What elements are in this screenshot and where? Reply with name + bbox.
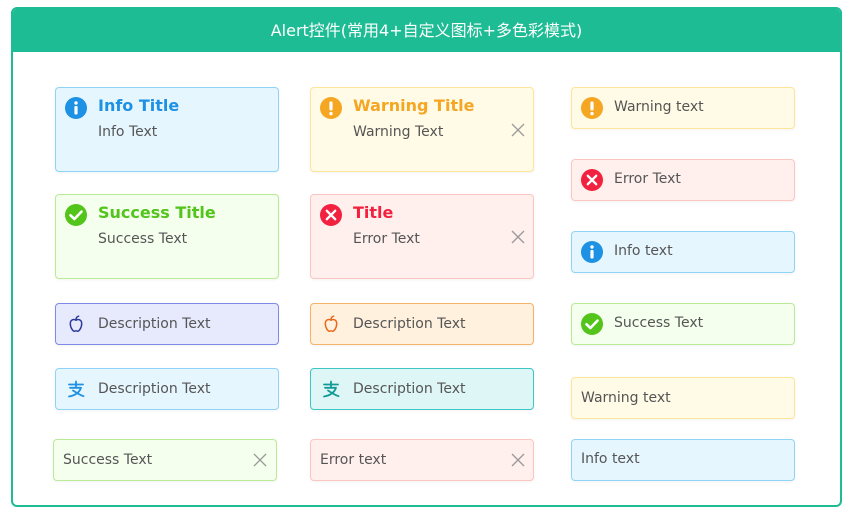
alert-text: Success Text bbox=[98, 231, 188, 247]
alert-text: Error Text bbox=[614, 171, 681, 187]
apple-icon bbox=[320, 313, 342, 335]
alert-apple-purple: Description Text bbox=[55, 303, 279, 345]
alert-text: Info text bbox=[614, 243, 673, 259]
close-circle-icon bbox=[581, 169, 603, 191]
close-icon[interactable] bbox=[511, 230, 525, 244]
exclamation-icon bbox=[581, 97, 603, 119]
alert-apple-orange: Description Text bbox=[310, 303, 534, 345]
check-circle-icon bbox=[65, 204, 87, 226]
check-circle-icon bbox=[581, 313, 603, 335]
alert-info-icon: Info text bbox=[571, 231, 795, 273]
alert-title: Title bbox=[353, 203, 394, 222]
close-circle-icon bbox=[320, 204, 342, 226]
alert-warning-title: Warning Title Warning Text bbox=[310, 87, 534, 172]
alert-text: Description Text bbox=[98, 381, 211, 397]
exclamation-icon bbox=[320, 97, 342, 119]
alert-warning-icon: Warning text bbox=[571, 87, 795, 129]
alert-title: Success Title bbox=[98, 203, 216, 222]
alert-error-title: Title Error Text bbox=[310, 194, 534, 279]
alert-text: Warning text bbox=[614, 99, 704, 115]
alert-title: Warning Title bbox=[353, 96, 475, 115]
alert-title: Info Title bbox=[98, 96, 180, 115]
alert-text: Info text bbox=[581, 451, 640, 467]
close-icon[interactable] bbox=[253, 453, 267, 467]
apple-icon bbox=[65, 313, 87, 335]
alert-text: Info Text bbox=[98, 124, 158, 140]
info-icon bbox=[581, 241, 603, 263]
alipay-icon bbox=[65, 378, 87, 400]
info-icon bbox=[65, 97, 87, 119]
alert-error-icon: Error Text bbox=[571, 159, 795, 201]
alipay-icon bbox=[320, 378, 342, 400]
alert-alipay-teal: Description Text bbox=[310, 368, 534, 410]
alert-error-plain: Error text bbox=[310, 439, 534, 481]
alert-text: Success Text bbox=[63, 452, 153, 468]
alert-info-plain: Info text bbox=[571, 439, 795, 481]
alert-text: Description Text bbox=[353, 381, 466, 397]
alert-success-title: Success Title Success Text bbox=[55, 194, 279, 279]
alert-success-plain: Success Text bbox=[53, 439, 277, 481]
alert-success-icon: Success Text bbox=[571, 303, 795, 345]
close-icon[interactable] bbox=[511, 453, 525, 467]
alert-text: Warning Text bbox=[353, 124, 444, 140]
alert-text: Description Text bbox=[98, 316, 211, 332]
alert-text: Description Text bbox=[353, 316, 466, 332]
alert-text: Warning text bbox=[581, 390, 671, 406]
alert-info-title: Info Title Info Text bbox=[55, 87, 279, 172]
alert-alipay-blue: Description Text bbox=[55, 368, 279, 410]
alert-text: Error text bbox=[320, 452, 387, 468]
close-icon[interactable] bbox=[511, 123, 525, 137]
alert-warning-plain: Warning text bbox=[571, 377, 795, 419]
alert-text: Error Text bbox=[353, 231, 420, 247]
alert-text: Success Text bbox=[614, 315, 704, 331]
panel-title: Alert控件(常用4+自定义图标+多色彩模式) bbox=[13, 9, 840, 52]
